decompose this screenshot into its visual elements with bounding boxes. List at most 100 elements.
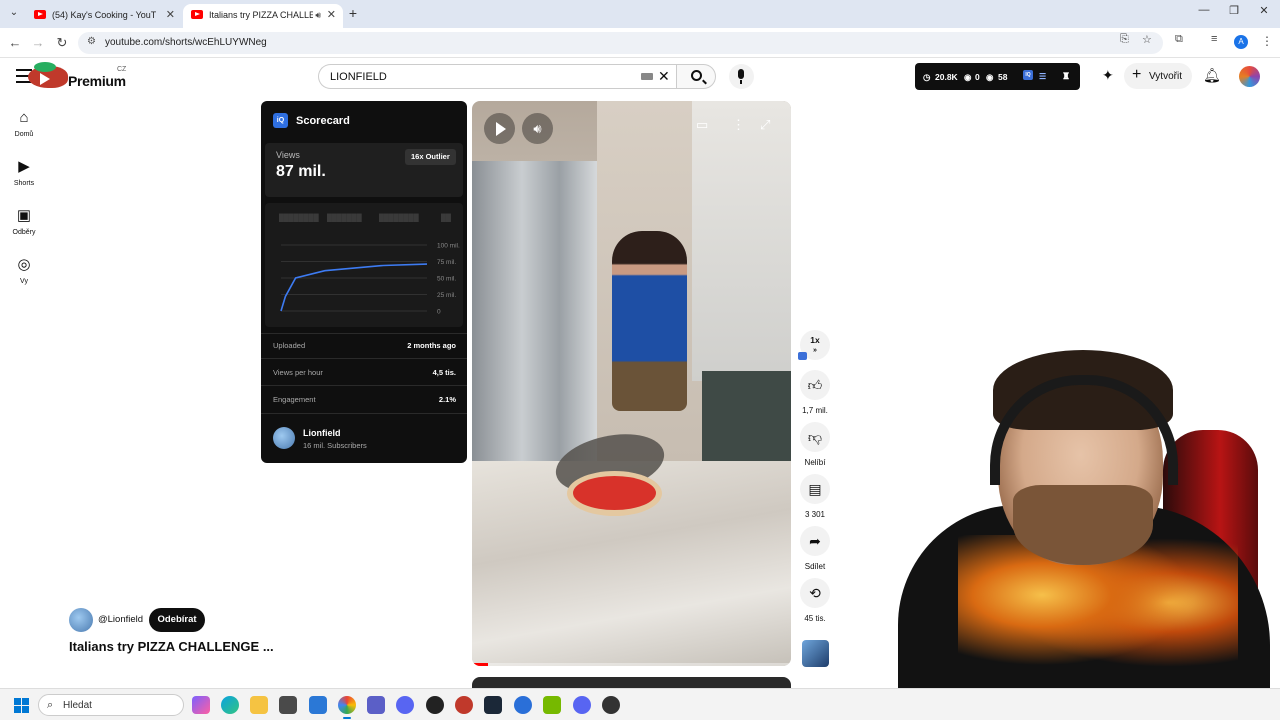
short-channel-handle[interactable]: @Lionfield — [98, 614, 143, 625]
notifications-bell-icon[interactable]: 🔔︎ — [1203, 67, 1221, 84]
mail-app-icon[interactable] — [309, 696, 327, 714]
keyboard-icon[interactable] — [641, 73, 653, 80]
streamer-beard — [1013, 485, 1153, 565]
streamer-webcam-overlay — [898, 345, 1280, 688]
short-title[interactable]: Italians try PIZZA CHALLENGE ... — [69, 639, 274, 654]
sidebar-item-home[interactable]: ⌂ Domů — [0, 109, 48, 138]
wordpad-app-icon[interactable] — [426, 696, 444, 714]
obs-app-icon[interactable] — [455, 696, 473, 714]
extensions-icon[interactable]: ⧉ — [1175, 33, 1183, 46]
more-options-icon[interactable]: ⋮ — [732, 117, 745, 133]
video-progress-bar[interactable] — [472, 663, 791, 666]
remix-icon[interactable]: ⟲ — [800, 578, 830, 608]
sidebar-item-label: Odběry — [12, 229, 36, 236]
store-app-icon[interactable] — [279, 696, 297, 714]
comments-action[interactable]: ▤ 3 301 — [800, 474, 830, 519]
vidiq-badge-icon — [798, 352, 807, 360]
divider — [261, 413, 467, 414]
discord-ptb-app-icon[interactable] — [573, 696, 591, 714]
minimize-window-button[interactable]: — — [1194, 4, 1214, 16]
sidebar-item-you[interactable]: ◎ Vy — [0, 256, 48, 285]
account-avatar[interactable] — [1239, 66, 1260, 87]
like-action[interactable]: 👍︎ 1,7 mil. — [800, 370, 830, 415]
search-input[interactable]: LIONFIELD ✕ — [318, 64, 676, 89]
channel-name[interactable]: Lionfield — [303, 428, 341, 438]
file-explorer-app-icon[interactable] — [250, 696, 268, 714]
thumbs-up-icon[interactable]: 👍︎ — [800, 370, 830, 400]
creator-icon[interactable]: ✦ — [1102, 67, 1114, 84]
browser-profile-avatar[interactable]: A — [1234, 35, 1248, 49]
trophy-icon[interactable]: ♜ — [1062, 71, 1070, 82]
tab-audio-icon[interactable]: 🔊︎ — [315, 4, 321, 26]
divider — [261, 333, 467, 334]
subscribe-button[interactable]: Odebírat — [149, 608, 205, 632]
comment-count: 3 301 — [804, 510, 826, 519]
eye-icon: ◉ — [986, 72, 994, 82]
teams-app-icon[interactable] — [367, 696, 385, 714]
nvidia-app-icon[interactable] — [543, 696, 561, 714]
dislike-action[interactable]: 👎︎ Nelíbí — [800, 422, 830, 467]
copilot-app-icon[interactable] — [192, 696, 210, 714]
sidebar-item-shorts[interactable]: ▶ Shorts — [0, 158, 48, 187]
thumbs-down-icon[interactable]: 👎︎ — [800, 422, 830, 452]
short-channel-avatar[interactable] — [69, 608, 93, 632]
tab-title: (54) Kay's Cooking - YouTube — [52, 10, 156, 20]
close-tab-icon[interactable]: ✕ — [327, 4, 336, 26]
sidebar-item-subscriptions[interactable]: ▣ Odběry — [0, 207, 48, 236]
site-info-icon[interactable]: ⚙ — [87, 36, 96, 47]
windows-start-icon[interactable] — [14, 698, 29, 713]
discord-app-icon[interactable] — [396, 696, 414, 714]
misc-app-icon[interactable] — [602, 696, 620, 714]
short-video-player[interactable]: 🔊︎ ▭ ⋮ ⤢ — [472, 101, 791, 666]
comment-icon[interactable]: ▤ — [800, 474, 830, 504]
share-action[interactable]: ➦ Sdílet — [800, 526, 830, 571]
captions-icon[interactable]: ▭ — [696, 117, 708, 133]
create-button[interactable]: + Vytvořit — [1124, 63, 1192, 89]
forward-arrow-icon[interactable]: → — [30, 35, 46, 51]
list-icon[interactable]: ☰ — [1039, 72, 1046, 81]
fullscreen-icon[interactable]: ⤢ — [760, 117, 770, 133]
youtube-favicon-icon — [191, 10, 203, 19]
chart-tick-label: 75 mil. — [437, 259, 456, 266]
reload-icon[interactable]: ↻ — [54, 35, 70, 51]
youtube-premium-logo[interactable]: Premium CZ — [28, 62, 134, 92]
close-tab-icon[interactable]: ✕ — [166, 4, 175, 26]
vidiq-icon[interactable]: IQ — [1023, 70, 1033, 80]
bookmark-star-icon[interactable]: ☆ — [1142, 33, 1152, 46]
chrome-app-icon[interactable] — [338, 696, 356, 719]
media-controls-icon[interactable]: ≡ — [1211, 33, 1217, 45]
clock-icon: ◷ — [923, 72, 931, 82]
browser-tab-pizza-challenge[interactable]: Italians try PIZZA CHALLENGE 🔊︎ ✕ — [183, 4, 343, 28]
play-button[interactable] — [484, 113, 515, 144]
close-window-button[interactable]: ✕ — [1254, 4, 1274, 17]
voice-search-button[interactable] — [729, 64, 754, 89]
new-tab-button[interactable]: + — [345, 5, 361, 21]
browser-menu-icon[interactable]: ⋮ — [1261, 34, 1273, 48]
taskbar-search-input[interactable]: ⌕ Hledat — [38, 694, 184, 716]
address-bar[interactable]: ⚙ youtube.com/shorts/wcEhLUYWNeg — [78, 32, 1163, 54]
search-query[interactable]: LIONFIELD — [330, 71, 387, 83]
sidebar-item-label: Shorts — [13, 180, 35, 187]
steam-app-icon[interactable] — [484, 696, 502, 714]
tab-search-chevron-icon[interactable]: ⌄ — [6, 5, 22, 21]
chart-tick-label: 25 mil. — [437, 292, 456, 299]
streamdeck-app-icon[interactable] — [514, 696, 532, 714]
audio-source-thumbnail[interactable] — [802, 640, 829, 667]
views-per-hour-value: 4,5 tis. — [432, 368, 456, 377]
home-icon: ⌂ — [19, 109, 29, 126]
volume-button[interactable]: 🔊︎ — [522, 113, 553, 144]
browser-tab-kays-cooking[interactable]: (54) Kay's Cooking - YouTube ✕ — [26, 4, 182, 28]
url-text[interactable]: youtube.com/shorts/wcEhLUYWNeg — [105, 37, 267, 48]
channel-avatar[interactable] — [273, 427, 295, 449]
engagement-value: 2.1% — [438, 395, 456, 404]
install-app-icon[interactable]: ⎘ — [1120, 33, 1129, 46]
clear-search-icon[interactable]: ✕ — [658, 68, 670, 85]
back-arrow-icon[interactable]: ← — [7, 35, 23, 51]
restore-window-button[interactable]: ❐ — [1224, 4, 1244, 17]
search-button[interactable] — [676, 64, 716, 89]
remix-action[interactable]: ⟲ 45 tis. — [800, 578, 830, 623]
edge-app-icon[interactable] — [221, 696, 239, 714]
extension-stats-widget[interactable]: ◷ 20.8K ◉ 0 ◉ 58 IQ ☰ ♜ — [915, 63, 1080, 90]
share-icon[interactable]: ➦ — [800, 526, 830, 556]
views-value: 87 mil. — [276, 163, 326, 180]
